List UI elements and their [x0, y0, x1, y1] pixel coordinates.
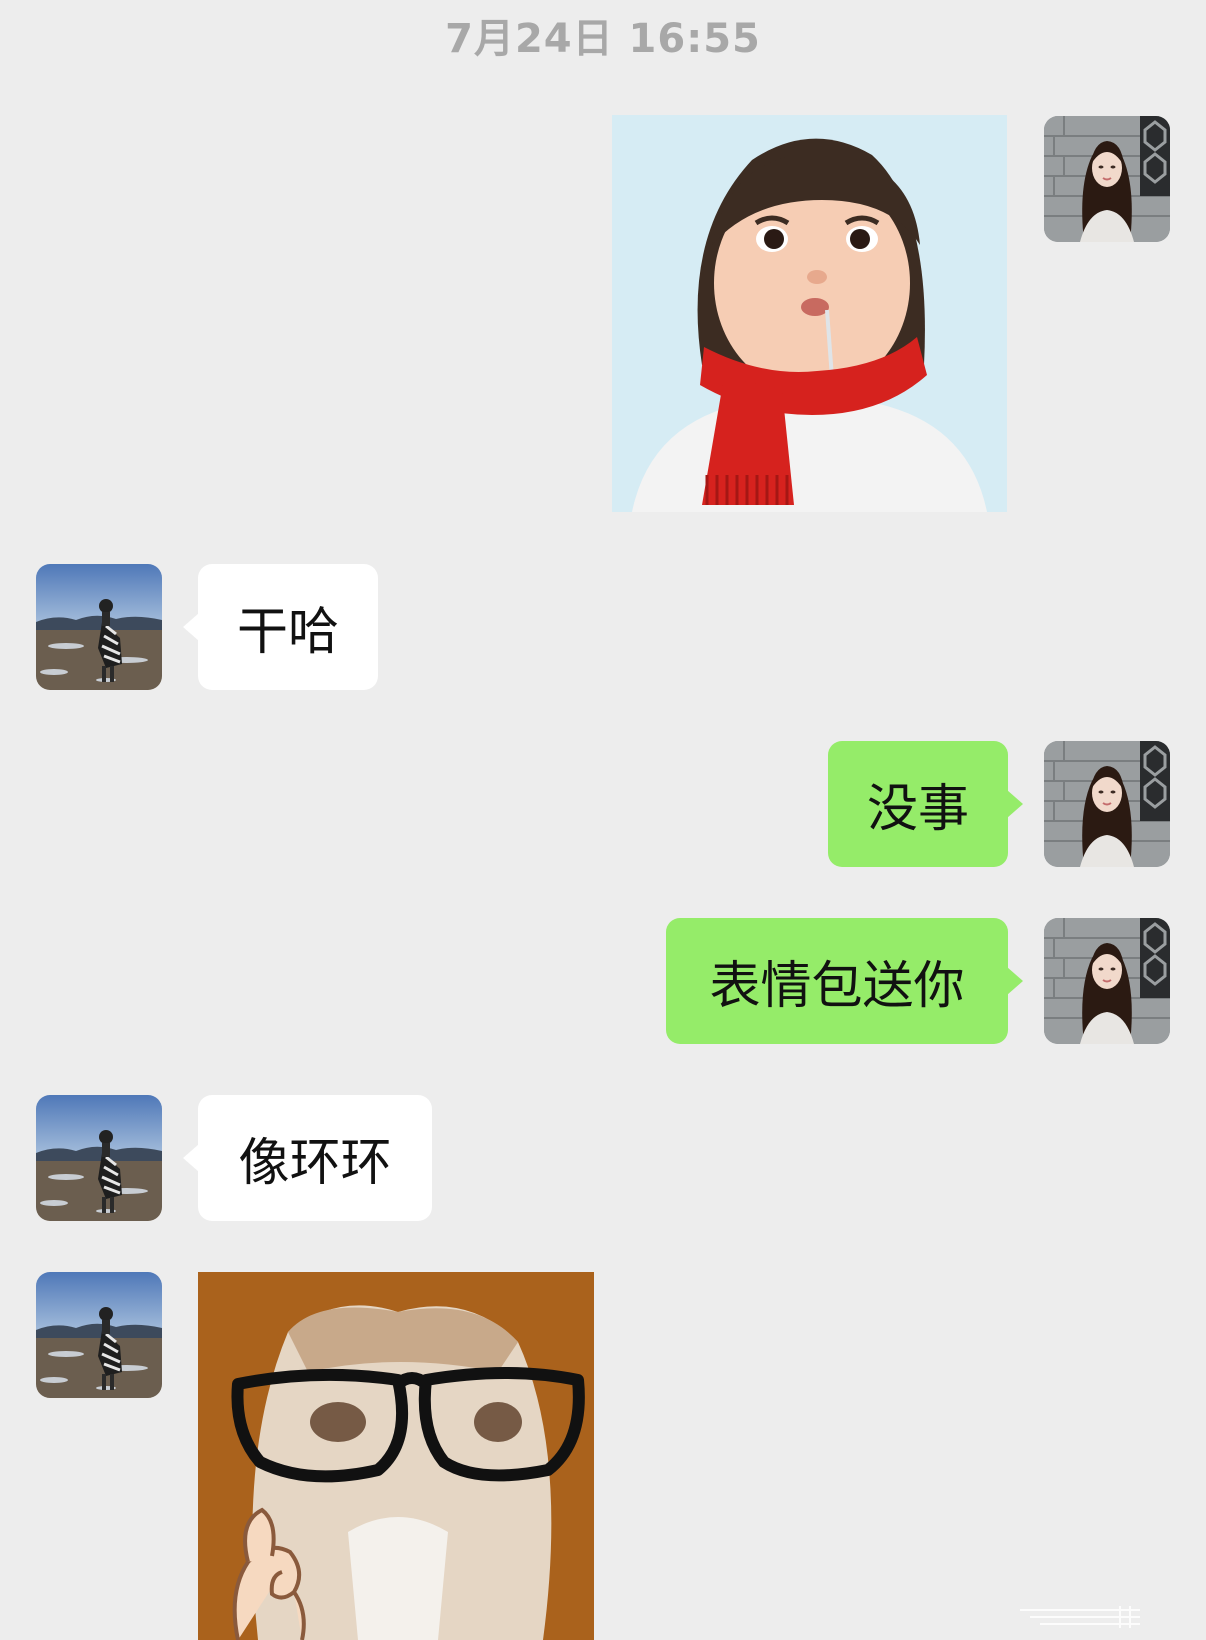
- long-hair-girl-avatar-image: [1044, 116, 1170, 242]
- message-text: 表情包送你: [709, 957, 965, 1016]
- long-hair-girl-avatar-image: [1044, 741, 1170, 867]
- message-text: 干哈: [236, 603, 339, 662]
- chat-timestamp: 7月24日 16:55: [445, 16, 761, 62]
- plateau-landscape-avatar-image: [36, 1272, 162, 1398]
- message-text: 没事: [866, 780, 969, 839]
- watermark-lines-icon: [1020, 1606, 1140, 1628]
- glasses-cat-sticker-image: [198, 1272, 594, 1640]
- contact-avatar[interactable]: [36, 1272, 162, 1398]
- long-hair-girl-avatar-image: [1044, 918, 1170, 1044]
- sent-message-bubble[interactable]: 没事: [828, 741, 1023, 867]
- message-text: 像环环: [238, 1134, 392, 1193]
- contact-avatar[interactable]: [36, 1095, 162, 1221]
- received-sticker-message[interactable]: [198, 1272, 594, 1640]
- sent-message-bubble[interactable]: 表情包送你: [666, 918, 1023, 1044]
- plateau-landscape-avatar-image: [36, 564, 162, 690]
- plateau-landscape-avatar-image: [36, 1095, 162, 1221]
- self-avatar[interactable]: [1044, 116, 1170, 242]
- received-message-bubble[interactable]: 干哈: [183, 564, 378, 690]
- cartoon-girl-sticker-image: [612, 115, 1007, 512]
- contact-avatar[interactable]: [36, 564, 162, 690]
- sent-sticker-message[interactable]: [612, 115, 1007, 512]
- self-avatar[interactable]: [1044, 918, 1170, 1044]
- self-avatar[interactable]: [1044, 741, 1170, 867]
- received-message-bubble[interactable]: 像环环: [183, 1095, 432, 1221]
